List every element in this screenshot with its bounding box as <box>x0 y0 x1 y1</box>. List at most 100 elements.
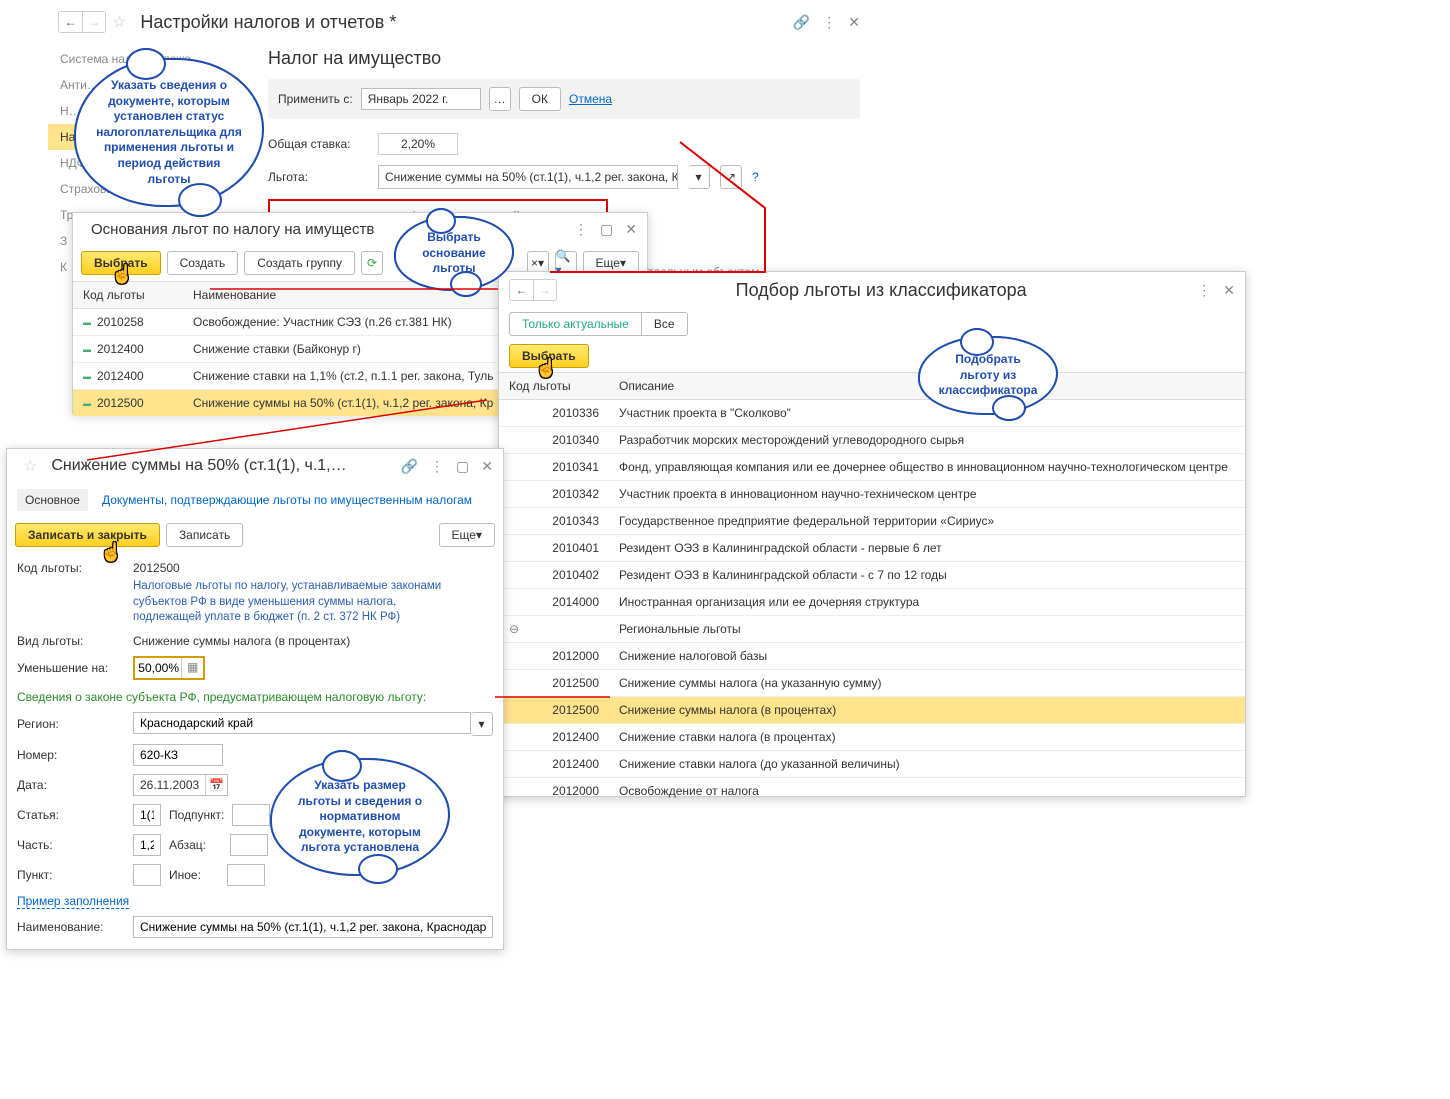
grid-group-row[interactable]: ⊖ Региональные льготы <box>499 616 1245 643</box>
link-icon[interactable]: 🔗 <box>793 14 810 31</box>
calendar-icon[interactable]: 📅 <box>205 775 227 795</box>
article-input[interactable] <box>133 804 161 826</box>
calc-icon[interactable]: ▦ <box>181 658 203 678</box>
window-classifier: ← → Подбор льготы из классификатора ⋮ ✕ … <box>498 271 1246 797</box>
grid-row[interactable]: 2014000Иностранная организация или ее до… <box>499 589 1245 616</box>
nav-fwd-icon[interactable]: → <box>533 279 557 301</box>
ok-button[interactable]: ОК <box>519 87 561 111</box>
kebab-icon[interactable]: ⋮ <box>430 458 444 475</box>
create-group-button[interactable]: Создать группу <box>244 251 355 275</box>
region-select[interactable] <box>133 712 471 734</box>
grid-row[interactable]: 2012500Снижение суммы налога (на указанн… <box>499 670 1245 697</box>
kebab-icon[interactable]: ⋮ <box>822 14 836 31</box>
callout-cloud: Указать размер льготы и сведения о норма… <box>270 758 450 876</box>
maximize-icon[interactable]: ▢ <box>456 458 469 475</box>
tab-actual[interactable]: Только актуальные <box>509 312 642 336</box>
row-icon: ▬ <box>83 399 91 408</box>
maximize-icon[interactable]: ▢ <box>600 221 613 238</box>
link-icon[interactable]: 🔗 <box>401 458 418 475</box>
callout-cloud: Выбрать основание льготы <box>394 216 514 291</box>
ellipsis-button[interactable]: … <box>489 87 511 111</box>
col-code[interactable]: Код льготы <box>499 373 609 399</box>
number-input[interactable] <box>133 744 223 766</box>
grid-row[interactable]: 2010340Разработчик морских месторождений… <box>499 427 1245 454</box>
grid-row-selected[interactable]: 2012500Снижение суммы налога (в процента… <box>499 697 1245 724</box>
benefit-select[interactable]: Снижение суммы на 50% (ст.1(1), ч.1,2 ре… <box>378 165 678 189</box>
other-input[interactable] <box>227 864 265 886</box>
tab-docs-link[interactable]: Документы, подтверждающие льготы по имущ… <box>102 493 472 507</box>
cancel-link[interactable]: Отмена <box>569 92 612 106</box>
save-button[interactable]: Записать <box>166 523 243 547</box>
grid-row[interactable]: 2010336Участник проекта в "Сколково" <box>499 400 1245 427</box>
grid-row[interactable]: 2010401Резидент ОЭЗ в Калининградской об… <box>499 535 1245 562</box>
apply-date-input[interactable] <box>361 88 481 110</box>
kebab-icon[interactable]: ⋮ <box>574 221 588 238</box>
close-icon[interactable]: ✕ <box>1223 282 1235 299</box>
tab-all[interactable]: Все <box>642 312 688 336</box>
type-value: Снижение суммы налога (в процентах) <box>133 634 350 648</box>
example-link[interactable]: Пример заполнения <box>17 894 129 909</box>
para-label: Абзац: <box>169 838 206 852</box>
refresh-icon[interactable]: ⟳ <box>361 251 383 275</box>
row-icon: ▬ <box>83 345 91 354</box>
select-button[interactable]: Выбрать <box>81 251 161 275</box>
reduce-input[interactable] <box>135 658 181 678</box>
part-input[interactable] <box>133 834 161 856</box>
save-close-button[interactable]: Записать и закрыть <box>15 523 160 547</box>
col-code[interactable]: Код льготы <box>73 282 183 308</box>
number-label: Номер: <box>17 748 125 762</box>
grid-row[interactable]: 2010402Резидент ОЭЗ в Калининградской об… <box>499 562 1245 589</box>
help-icon[interactable]: ? <box>752 170 759 184</box>
apply-box: Применить с: … ОК Отмена <box>268 79 860 119</box>
date-label: Дата: <box>17 778 125 792</box>
grid-row[interactable]: 2012400Снижение ставки налога (до указан… <box>499 751 1245 778</box>
rate-label: Общая ставка: <box>268 137 368 151</box>
code-value: 2012500 <box>133 561 180 575</box>
kebab-icon[interactable]: ⋮ <box>1197 282 1211 299</box>
code-label: Код льготы: <box>17 561 125 575</box>
select-button[interactable]: Выбрать <box>509 344 589 368</box>
article-label: Статья: <box>17 808 125 822</box>
grid-row[interactable]: 2012000Освобождение от налога <box>499 778 1245 800</box>
open-icon[interactable]: ↗ <box>720 165 742 189</box>
nav-back-icon[interactable]: ← <box>509 279 533 301</box>
close-icon[interactable]: ✕ <box>848 14 860 31</box>
region-label: Регион: <box>17 717 125 731</box>
dropdown-icon[interactable]: ▾ <box>688 165 710 189</box>
tab-main[interactable]: Основное <box>17 489 88 511</box>
name-input[interactable] <box>133 916 493 938</box>
star-icon[interactable]: ☆ <box>23 456 37 476</box>
benefit-label: Льгота: <box>268 170 368 184</box>
callout-cloud: Указать сведения о документе, которым ус… <box>74 58 264 207</box>
create-button[interactable]: Создать <box>167 251 239 275</box>
apply-label: Применить с: <box>278 92 353 106</box>
part-label: Часть: <box>17 838 125 852</box>
collapse-icon[interactable]: ⊖ <box>509 622 519 636</box>
row-icon: ▬ <box>83 372 91 381</box>
para-input[interactable] <box>230 834 268 856</box>
close-icon[interactable]: ✕ <box>625 221 637 238</box>
point-input[interactable] <box>133 864 161 886</box>
rate-value[interactable]: 2,20% <box>378 133 458 155</box>
name-label: Наименование: <box>17 920 125 934</box>
more-button[interactable]: Еще ▾ <box>439 523 495 547</box>
grid-row[interactable]: 2012000Снижение налоговой базы <box>499 643 1245 670</box>
dropdown-icon[interactable]: ▾ <box>471 712 493 736</box>
other-label: Иное: <box>169 868 201 882</box>
grid-row[interactable]: 2010343Государственное предприятие федер… <box>499 508 1245 535</box>
nav-back-icon[interactable]: ← <box>58 11 82 33</box>
window-title: Снижение суммы на 50% (ст.1(1), ч.1,… <box>51 457 400 475</box>
close-icon[interactable]: ✕ <box>481 458 493 475</box>
code-description: Налоговые льготы по налогу, устанавливае… <box>133 579 463 626</box>
law-heading: Сведения о законе субъекта РФ, предусмат… <box>17 690 493 704</box>
grid-row[interactable]: 2010342Участник проекта в инновационном … <box>499 481 1245 508</box>
date-input[interactable]: 26.11.2003 📅 <box>133 774 228 796</box>
grid-row[interactable]: 2010341Фонд, управляющая компания или ее… <box>499 454 1245 481</box>
sub-label: Подпункт: <box>169 808 224 822</box>
sub-input[interactable] <box>232 804 270 826</box>
window-title: Подбор льготы из классификатора <box>565 280 1197 301</box>
star-icon[interactable]: ☆ <box>112 12 126 32</box>
point-label: Пункт: <box>17 868 125 882</box>
nav-fwd-icon[interactable]: → <box>82 11 106 33</box>
grid-row[interactable]: 2012400Снижение ставки налога (в процент… <box>499 724 1245 751</box>
